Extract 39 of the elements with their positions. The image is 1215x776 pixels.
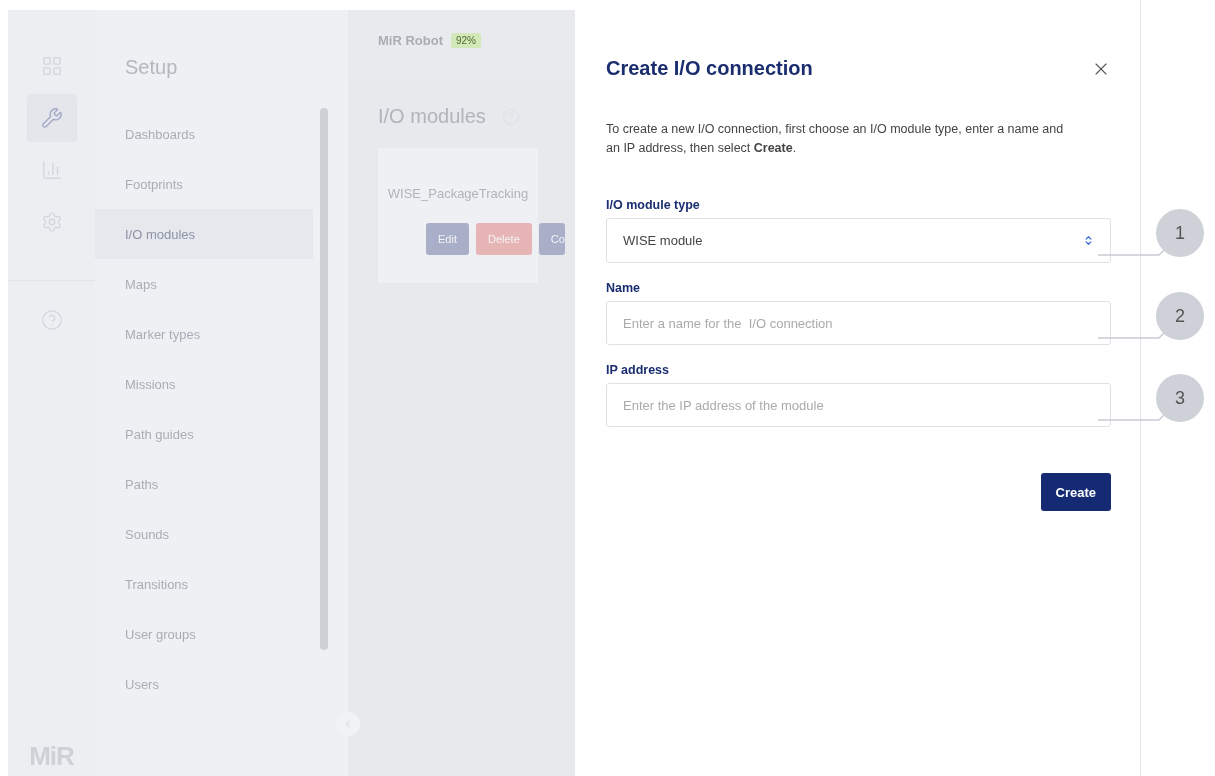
sort-icon bbox=[1083, 235, 1094, 246]
sidebar-item[interactable]: Footprints bbox=[95, 159, 313, 209]
input-field[interactable]: Enter the IP address of the module bbox=[606, 383, 1111, 427]
dashboard-icon bbox=[40, 55, 63, 77]
sidebar-item[interactable]: User groups bbox=[95, 609, 313, 659]
callout-badge: 1 bbox=[1156, 209, 1204, 257]
sidebar-item[interactable]: Marker types bbox=[95, 309, 313, 359]
edit-button[interactable]: Edit bbox=[426, 223, 469, 255]
sidebar-item[interactable]: Sounds bbox=[95, 509, 313, 559]
sidebar-item[interactable]: Paths bbox=[95, 459, 313, 509]
create-button[interactable]: Create bbox=[1040, 473, 1111, 511]
module-name: WISE_PackageTracking bbox=[387, 186, 529, 201]
sidebar-item[interactable]: Missions bbox=[95, 359, 313, 409]
scrollbar[interactable] bbox=[320, 108, 328, 650]
sidebar-item[interactable]: Users bbox=[95, 659, 313, 709]
rail-button[interactable] bbox=[26, 94, 77, 142]
select-field[interactable]: WISE module bbox=[606, 218, 1111, 263]
input-field[interactable]: Enter a name for the I/O connection bbox=[606, 301, 1111, 345]
gear-icon bbox=[40, 211, 63, 233]
robot-name: MiR Robot bbox=[378, 33, 443, 48]
sidebar-item[interactable]: Maps bbox=[95, 259, 313, 309]
bar-chart-icon bbox=[40, 159, 63, 181]
sidebar-item[interactable]: Transitions bbox=[95, 559, 313, 609]
help-icon[interactable] bbox=[40, 309, 63, 331]
sidebar-item[interactable]: Dashboards bbox=[95, 109, 313, 159]
battery-badge: 92% bbox=[451, 33, 481, 48]
dialog-description: To create a new I/O connection, first choose an I/O module type, enter a name and an IP address, then select Create. bbox=[606, 121, 1065, 157]
connect-button[interactable]: Co bbox=[538, 223, 565, 255]
field-label: Name bbox=[606, 281, 642, 295]
field-label: IP address bbox=[606, 363, 670, 377]
field-label: I/O module type bbox=[606, 198, 701, 212]
dialog-title: Create I/O connection bbox=[606, 57, 813, 80]
callout-badge: 3 bbox=[1156, 374, 1204, 422]
sidebar-item[interactable]: Path guides bbox=[95, 409, 313, 459]
sidebar-title: Setup bbox=[124, 56, 179, 79]
sidebar-item[interactable]: I/O modules bbox=[95, 209, 313, 259]
callout-badge: 2 bbox=[1156, 292, 1204, 340]
wrench-icon bbox=[40, 107, 63, 129]
delete-button[interactable]: Delete bbox=[475, 223, 532, 255]
